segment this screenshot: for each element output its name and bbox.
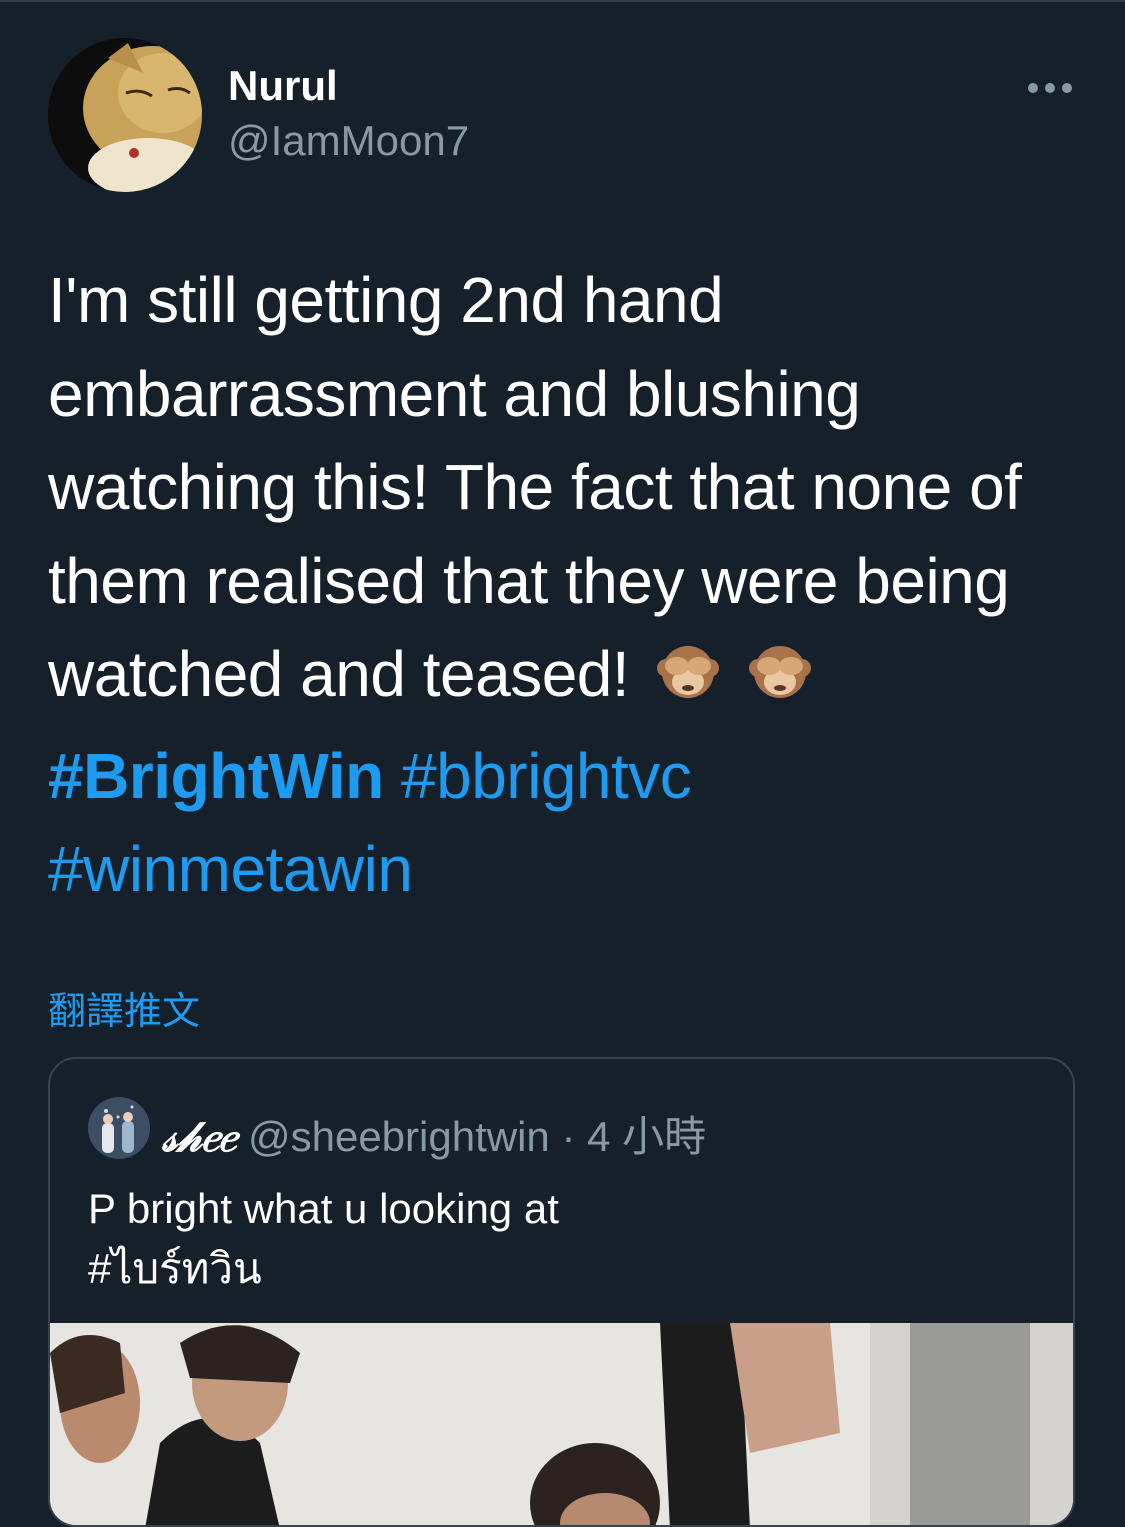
separator-dot: · xyxy=(561,1113,576,1160)
tweet-line: I'm still getting 2nd hand xyxy=(48,264,724,336)
cat-avatar-image xyxy=(48,38,202,192)
top-divider xyxy=(0,0,1125,2)
tweet-body: I'm still getting 2nd hand embarrassment… xyxy=(48,254,1078,917)
quote-text: P bright what u looking at #ไบร์ทวิน xyxy=(88,1179,559,1299)
hashtag-link[interactable]: #BrightWin xyxy=(48,740,384,812)
more-dot xyxy=(1062,83,1072,93)
tweet-line-with-emoji: watched and teased! xyxy=(48,628,1078,730)
hashtag-link[interactable]: #bbrightvc xyxy=(401,740,692,812)
author-handle[interactable]: @IamMoon7 xyxy=(228,117,469,165)
quote-timestamp[interactable]: 4 小時 xyxy=(587,1113,706,1160)
author-display-name[interactable]: Nurul xyxy=(228,62,338,110)
quote-media-image[interactable] xyxy=(50,1323,1073,1525)
quote-avatar-image xyxy=(88,1097,150,1159)
hashtag-line: #winmetawin xyxy=(48,823,1078,917)
quote-author-handle[interactable]: @sheebrightwin xyxy=(248,1113,550,1160)
more-options-icon[interactable] xyxy=(1022,70,1078,106)
quote-header: 𝓈𝒽𝑒𝑒 @sheebrightwin · 4 小時 xyxy=(162,1103,706,1164)
quoted-tweet-card[interactable]: 𝓈𝒽𝑒𝑒 @sheebrightwin · 4 小時 P bright what … xyxy=(48,1057,1075,1527)
quote-hashtag[interactable]: #ไบร์ทวิน xyxy=(88,1239,559,1299)
video-thumbnail-photo xyxy=(50,1323,1073,1525)
quote-author-avatar[interactable] xyxy=(88,1097,150,1159)
hashtag-line: #BrightWin #bbrightvc xyxy=(48,730,1078,824)
see-no-evil-monkey-icon xyxy=(656,636,720,730)
more-dot xyxy=(1045,83,1055,93)
quote-text-line: P bright what u looking at xyxy=(88,1185,559,1232)
more-dot xyxy=(1028,83,1038,93)
tweet-line: watched and teased! xyxy=(48,638,630,710)
author-avatar[interactable] xyxy=(48,38,202,192)
tweet-line: embarrassment and blushing xyxy=(48,357,861,430)
tweet-line: them realised that they were being xyxy=(48,544,1010,617)
hashtag-link[interactable]: #winmetawin xyxy=(48,833,413,905)
see-no-evil-monkey-icon xyxy=(748,636,812,730)
translate-tweet-link[interactable]: 翻譯推文 xyxy=(48,980,200,1035)
quote-author-name[interactable]: 𝓈𝒽𝑒𝑒 xyxy=(162,1112,236,1161)
tweet-line: watching this! The fact that none of xyxy=(48,451,1022,523)
